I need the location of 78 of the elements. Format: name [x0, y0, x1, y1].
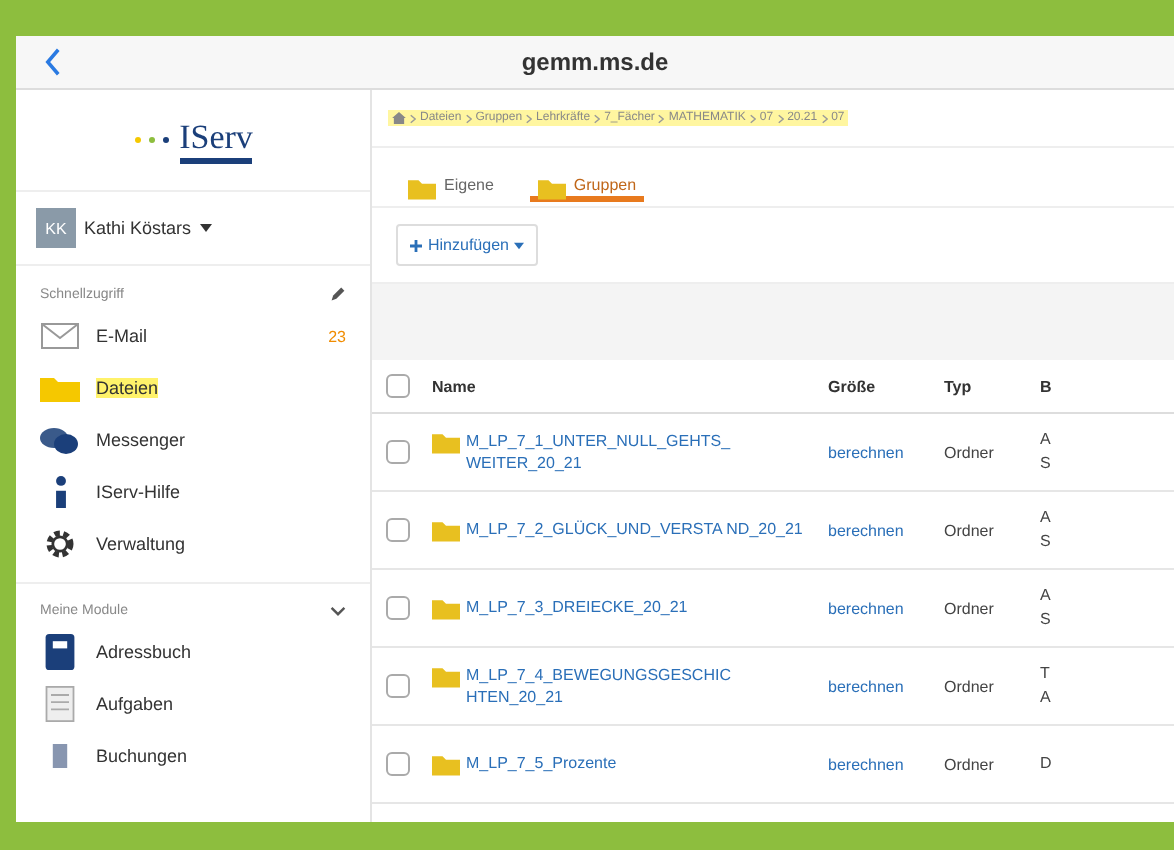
tab[interactable]: Eigene: [400, 170, 502, 202]
table-cell: A: [1040, 430, 1051, 448]
caret-icon: [514, 241, 525, 249]
table-cell: S: [1040, 532, 1051, 550]
sidebar-item[interactable]: IServ-Hilfe: [16, 466, 370, 518]
chevron-icon[interactable]: [330, 606, 346, 616]
plus-icon: [410, 239, 422, 251]
pencil-icon[interactable]: [330, 286, 346, 302]
avatar: KK: [36, 208, 76, 248]
table-cell: Ordner: [944, 443, 994, 461]
table-cell: A: [1040, 508, 1051, 526]
home-icon[interactable]: [392, 112, 406, 124]
column-header[interactable]: Größe: [828, 377, 876, 395]
sidebar-item[interactable]: Aufgaben: [16, 678, 370, 730]
row-checkbox[interactable]: [386, 674, 410, 698]
table-cell: A: [1040, 586, 1051, 604]
table-cell: A: [1040, 688, 1051, 706]
folder-icon: [408, 178, 436, 200]
folder-link[interactable]: M_LP_7_3_DREIECKE_20_21: [466, 596, 688, 619]
sidebar-item[interactable]: E-Mail 23: [16, 310, 370, 362]
chevron-icon: [658, 113, 665, 123]
chevron-icon: [526, 113, 533, 123]
dots-icon: [133, 136, 174, 144]
size-link[interactable]: berechnen: [828, 521, 904, 539]
chevron-icon: [465, 113, 472, 123]
folder-icon: [432, 520, 460, 542]
table-cell: S: [1040, 454, 1051, 472]
table-cell: Ordner: [944, 755, 994, 773]
chevron-icon: [821, 113, 828, 123]
size-link[interactable]: berechnen: [828, 599, 904, 617]
sidebar-item[interactable]: Buchungen: [16, 730, 370, 782]
folder-link[interactable]: M_LP_7_5_Prozente: [466, 752, 617, 775]
table-cell: Ordner: [944, 599, 994, 617]
window-title: gemm.ms.de: [521, 48, 669, 76]
folder-icon: [537, 178, 566, 200]
list-icon: [40, 686, 80, 722]
add-button[interactable]: Hinzufügen: [396, 224, 539, 266]
size-link[interactable]: berechnen: [828, 443, 904, 461]
sidebar-item[interactable]: Messenger: [16, 414, 370, 466]
unread-count: 23: [328, 327, 346, 345]
sidebar-item[interactable]: Verwaltung: [16, 518, 370, 570]
column-header[interactable]: Typ: [944, 377, 972, 395]
folder-icon: [432, 665, 460, 688]
chevron-icon: [777, 113, 784, 123]
column-header[interactable]: B: [1040, 377, 1052, 395]
row-checkbox[interactable]: [386, 596, 410, 620]
size-link[interactable]: berechnen: [828, 677, 904, 695]
folder-icon: [432, 598, 460, 620]
table-cell: T: [1040, 664, 1050, 682]
select-all-checkbox[interactable]: [386, 374, 410, 398]
folder-icon: [40, 374, 80, 402]
user-menu[interactable]: Kathi Köstars: [84, 218, 192, 238]
sidebar-item[interactable]: Dateien: [16, 362, 370, 414]
table-cell: S: [1040, 610, 1051, 628]
chat-icon: [40, 426, 80, 454]
folder-link[interactable]: M_LP_7_2_GLÜCK_UND_VERSTA ND_20_21: [466, 518, 803, 541]
address-book-icon: [40, 634, 80, 670]
row-checkbox[interactable]: [386, 752, 410, 776]
chevron-icon: [410, 113, 416, 123]
folder-icon: [432, 431, 460, 454]
tab[interactable]: Gruppen: [529, 170, 645, 202]
sidebar-item[interactable]: Adressbuch: [16, 626, 370, 678]
envelope-icon: [40, 322, 80, 350]
table-cell: Ordner: [944, 677, 994, 695]
column-header[interactable]: Name: [432, 377, 476, 395]
row-checkbox[interactable]: [386, 440, 410, 464]
table-cell: D: [1040, 754, 1052, 772]
logo: IServ: [179, 117, 253, 163]
size-link[interactable]: berechnen: [828, 755, 904, 773]
info-icon: [56, 476, 66, 508]
table-cell: Ordner: [944, 521, 994, 539]
caret-icon: [199, 224, 212, 232]
folder-icon: [432, 754, 460, 776]
chevron-icon: [594, 113, 601, 123]
folder-link[interactable]: M_LP_7_1_UNTER_NULL_GEHTS_ WEITER_20_21: [466, 429, 812, 475]
row-checkbox[interactable]: [386, 518, 410, 542]
folder-link[interactable]: M_LP_7_4_BEWEGUNGSGESCHIC HTEN_20_21: [466, 663, 812, 709]
chevron-icon: [749, 113, 756, 123]
